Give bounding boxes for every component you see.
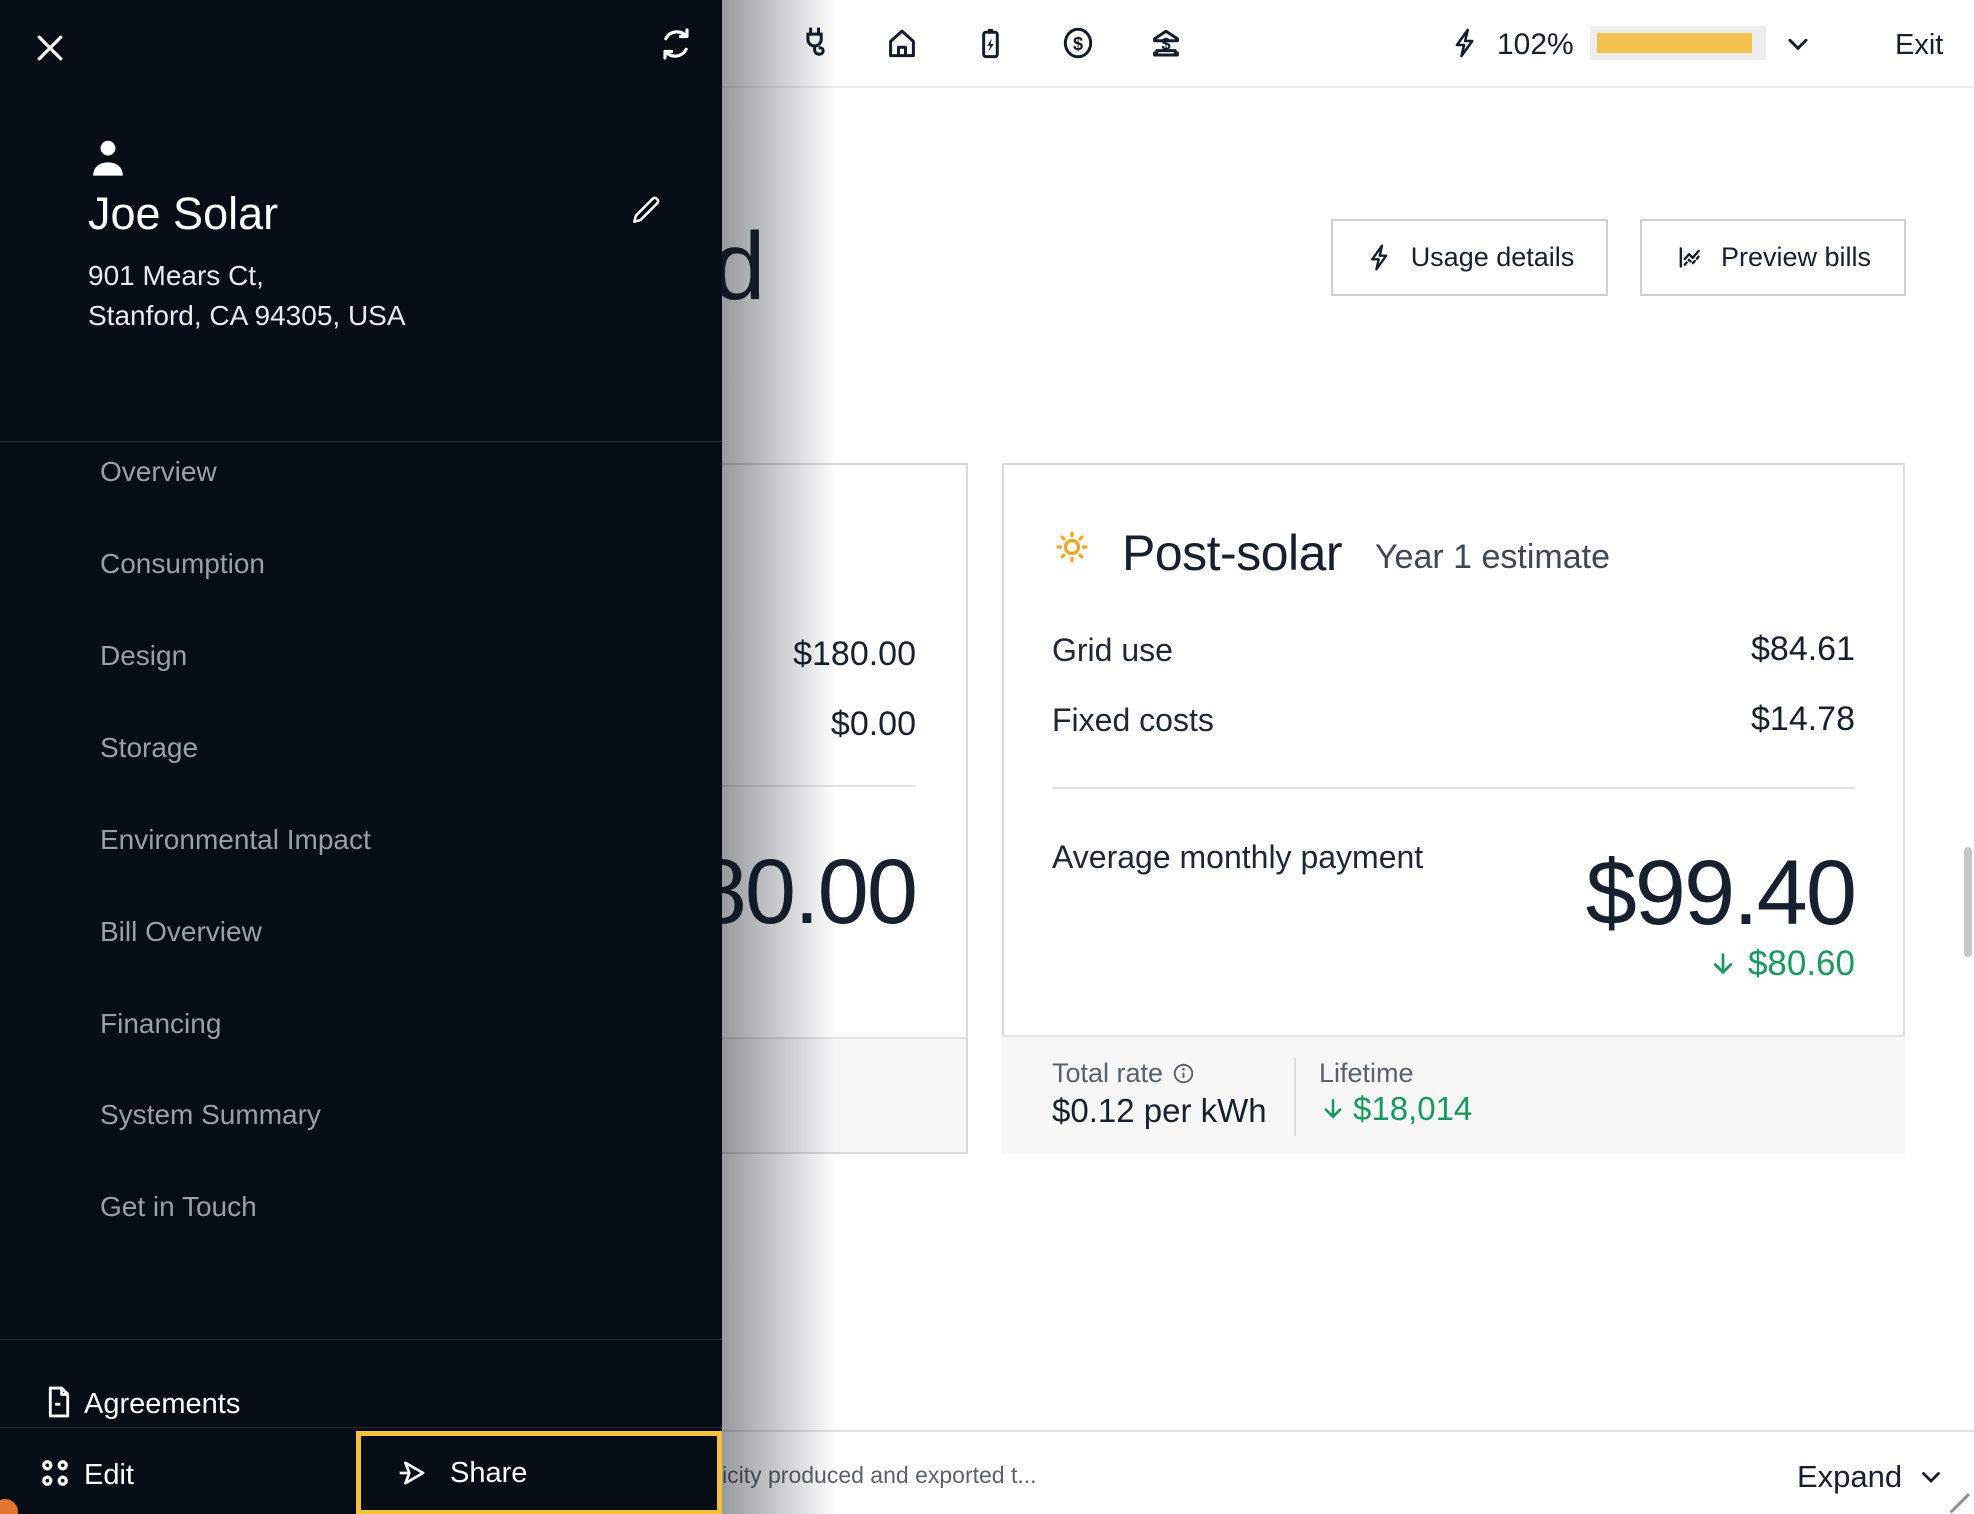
- grid-dots-icon: [34, 1452, 76, 1494]
- preview-bills-label: Preview bills: [1721, 242, 1871, 273]
- divider: [0, 441, 722, 442]
- share-button[interactable]: Share: [356, 1431, 722, 1514]
- profile-address-line2: Stanford, CA 94305, USA: [88, 300, 406, 332]
- battery-percent: 102%: [1497, 28, 1574, 62]
- pre-solar-value-2: $0.00: [831, 705, 916, 744]
- bolt-icon: [1365, 242, 1396, 273]
- pencil-icon[interactable]: [628, 192, 664, 228]
- edit-button[interactable]: Edit: [84, 1459, 134, 1492]
- post-solar-title: Post-solar: [1122, 524, 1342, 582]
- sidebar-item-overview[interactable]: Overview: [100, 456, 217, 488]
- svg-text:$: $: [1161, 34, 1170, 53]
- person-icon: [84, 134, 132, 182]
- sidebar-item-storage[interactable]: Storage: [100, 732, 198, 764]
- charge-progress-bar: [1590, 26, 1766, 60]
- battery-icon[interactable]: [971, 24, 1009, 62]
- chart-icon: [1675, 242, 1706, 273]
- scrollbar-thumb[interactable]: [1964, 847, 1972, 957]
- sidebar-item-consumption[interactable]: Consumption: [100, 548, 265, 580]
- sidebar-item-system-summary[interactable]: System Summary: [100, 1099, 321, 1131]
- post-solar-subtitle: Year 1 estimate: [1375, 538, 1610, 577]
- sidebar-item-get-in-touch[interactable]: Get in Touch: [100, 1191, 257, 1223]
- exit-button[interactable]: Exit: [1895, 29, 1943, 62]
- sidebar-item-design[interactable]: Design: [100, 640, 187, 672]
- svg-text:$: $: [1073, 34, 1083, 54]
- bolt-icon: [1449, 26, 1483, 60]
- bank-icon[interactable]: $: [1147, 24, 1185, 62]
- profile-name: Joe Solar: [88, 188, 278, 240]
- send-icon: [394, 1455, 430, 1491]
- sidebar-item-environmental-impact[interactable]: Environmental Impact: [100, 824, 371, 856]
- sun-icon: [1053, 528, 1091, 566]
- document-icon: [40, 1381, 78, 1425]
- expand-button[interactable]: Expand: [1797, 1459, 1946, 1495]
- sidebar-shadow: [722, 0, 837, 1514]
- sidebar-drawer: Joe Solar 901 Mears Ct, Stanford, CA 943…: [0, 0, 722, 1514]
- home-icon[interactable]: [883, 24, 921, 62]
- usage-details-button[interactable]: Usage details: [1331, 219, 1608, 296]
- chevron-down-icon[interactable]: [1782, 28, 1814, 60]
- sidebar-item-financing[interactable]: Financing: [100, 1008, 221, 1040]
- divider: [0, 1339, 722, 1340]
- dollar-coin-icon[interactable]: $: [1059, 24, 1097, 62]
- sidebar-item-bill-overview[interactable]: Bill Overview: [100, 916, 262, 948]
- charge-progress-fill: [1597, 33, 1752, 53]
- divider: [0, 1427, 722, 1428]
- expand-label: Expand: [1797, 1459, 1902, 1495]
- agreements-item[interactable]: Agreements: [84, 1388, 240, 1421]
- info-icon[interactable]: [1171, 1061, 1196, 1086]
- usage-details-label: Usage details: [1411, 242, 1575, 273]
- chevron-down-icon: [1916, 1462, 1946, 1492]
- app-screen: $ $ 102% Exit d: [0, 0, 1974, 1514]
- profile-address-line1: 901 Mears Ct,: [88, 260, 264, 292]
- close-icon[interactable]: [30, 28, 70, 68]
- preview-bills-button[interactable]: Preview bills: [1640, 219, 1906, 296]
- refresh-icon[interactable]: [656, 24, 696, 64]
- share-label: Share: [450, 1457, 527, 1490]
